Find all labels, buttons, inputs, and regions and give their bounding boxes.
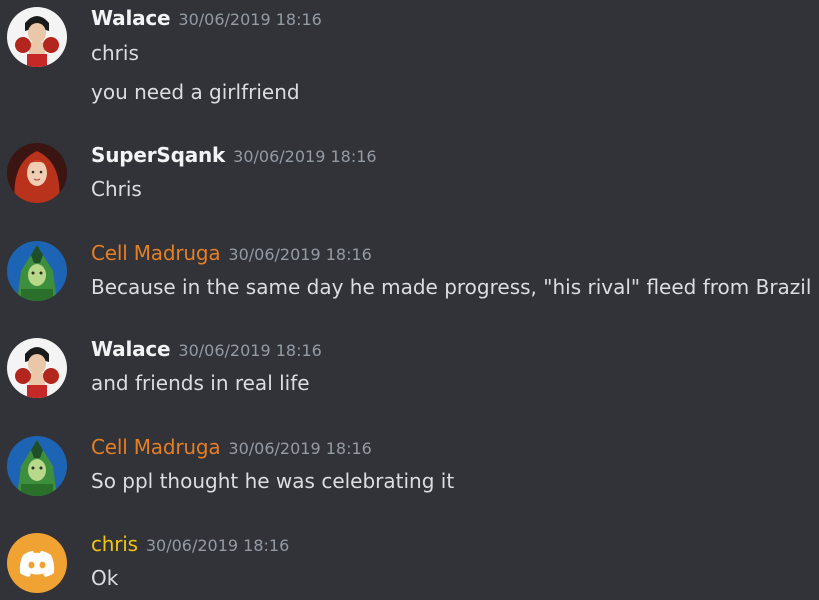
message-author[interactable]: Walace	[91, 6, 171, 30]
message-timestamp: 30/06/2019 18:16	[228, 439, 372, 458]
message-author[interactable]: Walace	[91, 337, 171, 361]
message-timestamp: 30/06/2019 18:16	[178, 341, 322, 360]
discord-logo-avatar-icon[interactable]	[7, 533, 67, 593]
message-text: So ppl thought he was celebrating it	[91, 469, 455, 493]
boxer-avatar-icon[interactable]	[7, 338, 67, 398]
message-author[interactable]: chris	[91, 532, 138, 556]
message-text: Ok	[91, 566, 119, 590]
chat-messages: Walace 30/06/2019 18:16 chris you need a …	[0, 0, 819, 600]
red-haired-woman-avatar-icon[interactable]	[7, 143, 67, 203]
message-author[interactable]: Cell Madruga	[91, 435, 221, 459]
cell-avatar-icon[interactable]	[7, 241, 67, 301]
message-timestamp: 30/06/2019 18:16	[233, 147, 377, 166]
message-text: chris	[91, 41, 139, 65]
message-author[interactable]: Cell Madruga	[91, 241, 221, 265]
message-text: Chris	[91, 177, 142, 201]
boxer-avatar-icon[interactable]	[7, 7, 67, 67]
message-text: and friends in real life	[91, 371, 310, 395]
message-author[interactable]: SuperSqank	[91, 143, 225, 167]
message-timestamp: 30/06/2019 18:16	[145, 536, 290, 555]
message-timestamp: 30/06/2019 18:16	[228, 245, 372, 264]
message-timestamp: 30/06/2019 18:16	[178, 10, 322, 29]
message-text: Because in the same day he made progress…	[91, 275, 812, 299]
message-text: you need a girlfriend	[91, 80, 300, 104]
cell-avatar-icon[interactable]	[7, 436, 67, 496]
